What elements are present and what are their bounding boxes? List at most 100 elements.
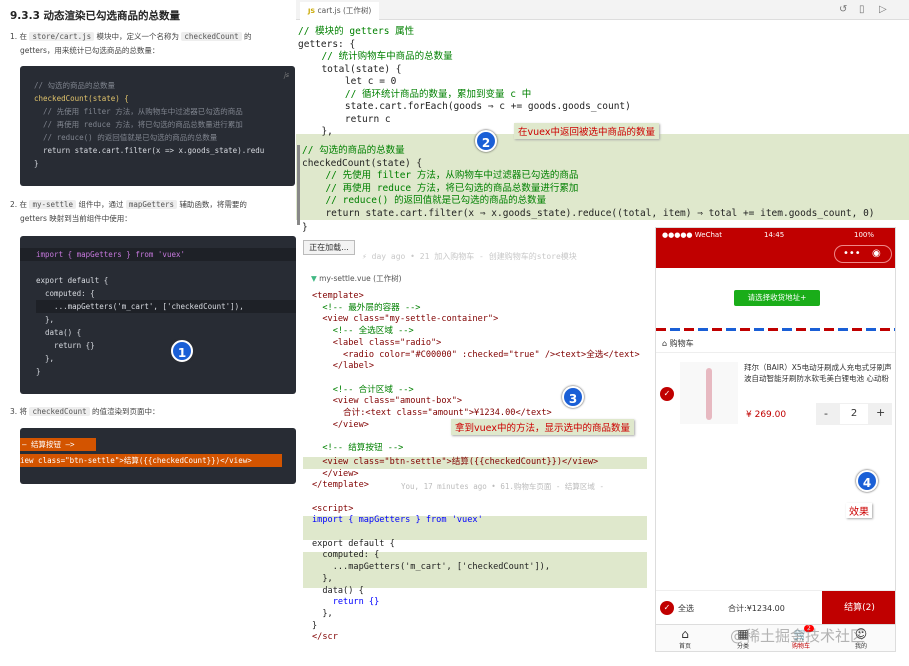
code-line: import { mapGetters } from 'vuex'	[36, 248, 185, 261]
history-icon[interactable]: ↺	[839, 4, 847, 15]
code-line: <!-- 全选区域 -->	[312, 326, 414, 337]
close-circle-icon[interactable]: ◉	[872, 246, 881, 262]
code-line: data() {	[312, 585, 364, 596]
code-line: checkedCount(state) {	[34, 94, 129, 103]
select-all-radio[interactable]: ✓	[660, 601, 674, 615]
status-battery: 100%	[854, 231, 875, 239]
code-line: },	[312, 573, 333, 584]
tab-home[interactable]: ⌂ 首页	[670, 627, 700, 650]
code-line: },	[36, 354, 55, 363]
code-line: // 循环统计商品的数量，累加到变量 c 中	[322, 88, 532, 100]
shop-icon: ⌂	[662, 339, 668, 348]
phone-header: ●●●●● WeChat 14:45 100% ••• ◉	[656, 228, 895, 268]
code-line: total(state) {	[310, 63, 402, 75]
step-1-pre: 1. 在	[10, 32, 28, 41]
cart-title: ⌂ 购物车	[662, 338, 694, 349]
code-line: }	[36, 367, 41, 376]
run-icon[interactable]: ▷	[879, 4, 887, 15]
plus-button[interactable]: +	[876, 406, 885, 419]
step-2-post: 辅助函数，将需要的	[179, 200, 247, 209]
status-carrier: ●●●●● WeChat	[662, 231, 722, 239]
code-text: import { mapGetters } from 'vuex'	[36, 250, 186, 259]
step-3-text: 3. 将 checkedCount 的值渲染到页面中：	[10, 405, 290, 419]
goods-name: 拜尔（BAIR）X5电动牙刷成人充电式牙刷声波自动智能牙刷防水软毛美白锂电池 心…	[744, 363, 892, 383]
step-badge-2: 2	[475, 130, 497, 152]
code-line: checkedCount(state) {	[302, 157, 423, 169]
code-block-3: — 结算按钮 —> iew class="btn-settle">结算({{ch…	[20, 428, 296, 484]
step-1-line2: getters，用来统计已勾选商品的总数量：	[20, 46, 160, 55]
tab-my-settle[interactable]: ▼ my-settle.vue (工作树)	[303, 270, 647, 288]
step-1-mid: 模块中，定义一个名称为	[96, 32, 180, 41]
tab-label: 首页	[678, 643, 691, 650]
phone-preview: ●●●●● WeChat 14:45 100% ••• ◉ 请选择收货地址+ ⌂…	[655, 227, 896, 652]
address-border	[656, 328, 895, 331]
code-line: state.cart.forEach(goods ⇒ c += goods.go…	[322, 101, 631, 112]
code-line: <view class="my-settle-container">	[312, 314, 499, 325]
code-line: let c = 0	[322, 76, 397, 87]
code-line: <view class="btn-settle">结算({{checkedCou…	[312, 456, 599, 467]
code-line: iew class="btn-settle">结算({{checkedCount…	[20, 456, 252, 465]
code-line: </template>	[312, 480, 369, 491]
goods-price: ¥ 269.00	[746, 410, 787, 420]
code-line: <!-- 最外层的容器 -->	[312, 302, 421, 313]
code-line: <label class="radio">	[312, 337, 442, 348]
step-1-text: 1. 在 store/cart.js 模块中，定义一个名称为 checkedCo…	[10, 30, 290, 58]
minus-button[interactable]: -	[824, 407, 828, 420]
step-1-post: 的	[244, 32, 252, 41]
goods-radio[interactable]: ✓	[660, 387, 674, 401]
code-line: return c	[322, 113, 391, 125]
tab-label: my-settle.vue (工作树)	[319, 274, 402, 283]
effect-callout: 效果	[846, 503, 872, 518]
code-chip: my-settle	[29, 200, 77, 209]
quantity-stepper[interactable]: - 2 +	[816, 403, 892, 425]
code-chip: checkedCount	[181, 32, 242, 41]
code-line: // 勾选的商品的总数量	[34, 81, 116, 90]
step-badge-4: 4	[856, 470, 878, 492]
choose-address-button[interactable]: 请选择收货地址+	[734, 290, 820, 306]
code-line: },	[36, 315, 55, 324]
code-line: // 先使用 filter 方法，从购物车中过滤器已勾选的商品	[34, 107, 243, 116]
settle-button[interactable]: 结算(2)	[822, 591, 895, 625]
code-line: import { mapGetters } from 'vuex'	[312, 515, 483, 527]
my-settle-editor: ▼ my-settle.vue (工作树) <template> <!-- 最外…	[303, 270, 647, 666]
code-line: },	[310, 126, 333, 137]
code-line: // reduce() 的返回值就是已勾选的商品的总数量	[34, 133, 218, 142]
code-lang-label: js	[284, 72, 289, 79]
code-line: getters: {	[298, 38, 356, 50]
step-2-pre: 2. 在	[10, 200, 28, 209]
gutter-marker	[297, 145, 300, 225]
code-line: </view>	[312, 468, 359, 479]
tab-cart-js[interactable]: JS cart.js (工作树)	[300, 2, 380, 20]
select-all-label: 全选	[678, 604, 694, 613]
code-line: export default {	[36, 276, 109, 285]
code-line: }	[312, 620, 318, 631]
code-line: 合计:<text class="amount">¥1234.00</text>	[312, 408, 552, 418]
goods-image	[680, 362, 738, 424]
code-line: export default {	[312, 538, 395, 549]
code-line: ...mapGetters('m_cart', ['checkedCount']…	[36, 300, 296, 313]
split-editor-icon[interactable]: ▯	[859, 4, 865, 15]
doc-panel: 9.3.3 动态渲染已勾选商品的总数量 1. 在 store/cart.js 模…	[0, 0, 296, 666]
code-chip: mapGetters	[125, 200, 178, 209]
code-line: // reduce() 的返回值就是已勾选的商品的总数量	[314, 195, 547, 206]
code-line: computed: {	[312, 550, 380, 561]
quantity-input[interactable]: 2	[840, 404, 868, 424]
tab-label: cart.js (工作树)	[317, 6, 372, 15]
git-blame: You, 17 minutes ago • 61.购物车页面 - 结算区域 -	[401, 482, 604, 491]
code-chip: store/cart.js	[29, 32, 95, 41]
code-line: }	[302, 222, 308, 233]
capsule-menu[interactable]: ••• ◉	[834, 245, 892, 263]
cart-js-editor: JS cart.js (工作树) ↺ ▯ ▷ // 模块的 getters 属性…	[296, 0, 909, 240]
total-amount: 合计:¥1234.00	[728, 604, 785, 613]
step-3-post: 的值渲染到页面中：	[92, 407, 160, 416]
code-line: <!-- 合计区域 -->	[312, 384, 414, 395]
more-icon[interactable]: •••	[843, 246, 861, 262]
step-2-mid: 组件中，通过	[78, 200, 124, 209]
home-icon: ⌂	[681, 627, 689, 641]
faded-blame: ⚡ day ago • 21 加入购物车 - 创建购物车的store模块	[362, 252, 577, 261]
code-line: return state.cart.filter(x ⇒ x.goods_sta…	[314, 207, 875, 219]
code-chip: checkedCount	[29, 407, 90, 416]
code-line: </scr	[312, 632, 338, 643]
cart-title-text: 购物车	[669, 339, 694, 348]
code-line: return {}	[36, 341, 95, 350]
